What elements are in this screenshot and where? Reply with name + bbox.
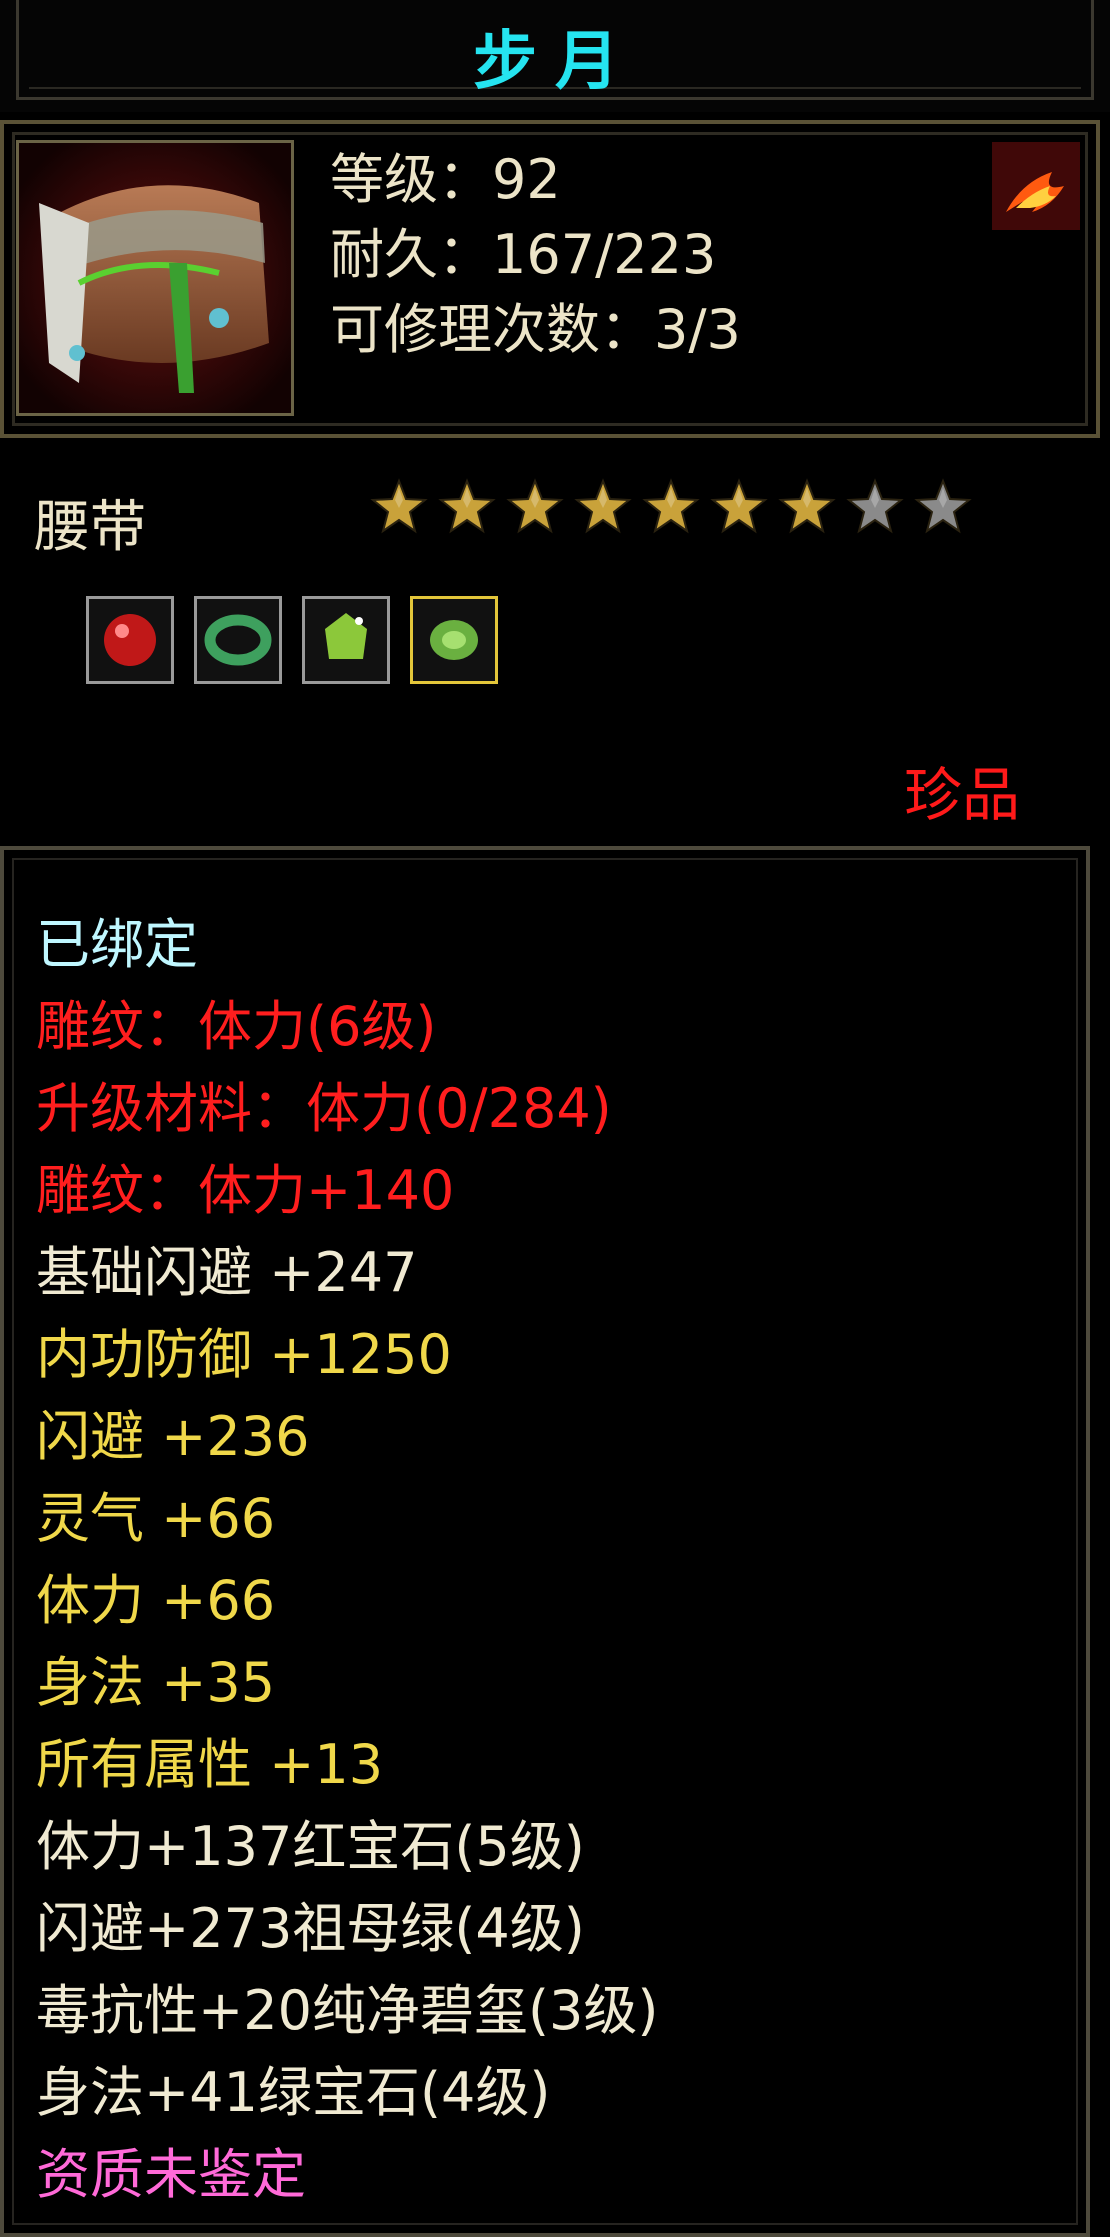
title-bar: 步月 [0,0,1110,112]
attribute-line: 升级材料：体力(0/284) [36,1077,612,1140]
star-rating [370,478,972,536]
green-gem-icon[interactable] [302,596,390,684]
attribute-line: 内功防御 +1250 [36,1323,452,1386]
attribute-line: 灵气 +66 [36,1487,276,1550]
star-filled-icon [438,478,496,536]
repair-count-stat: 可修理次数：3/3 [330,298,741,361]
star-filled-icon [710,478,768,536]
attribute-line: 闪避 +236 [36,1405,310,1468]
red-gem-icon[interactable] [86,596,174,684]
attribute-line: 体力+137红宝石(5级) [36,1815,585,1878]
durability-stat: 耐久：167/223 [330,223,717,286]
item-name: 步月 [473,25,637,99]
star-filled-icon [506,478,564,536]
star-filled-icon [642,478,700,536]
jade-ring-icon[interactable] [194,596,282,684]
star-empty-icon [846,478,904,536]
gem-sockets [86,596,498,684]
attribute-line: 毒抗性+20纯净碧玺(3级) [36,1979,659,2042]
star-filled-icon [778,478,836,536]
attribute-line: 体力 +66 [36,1569,276,1632]
star-filled-icon [574,478,632,536]
attribute-line: 雕纹：体力(6级) [36,995,437,1058]
star-filled-icon [370,478,428,536]
green-jade-icon[interactable] [410,596,498,684]
belt-icon [16,140,294,416]
attribute-line: 所有属性 +13 [36,1733,384,1796]
attribute-line: 身法+41绿宝石(4级) [36,2061,551,2124]
attribute-line: 基础闪避 +247 [36,1241,418,1304]
rarity-label: 珍品 [903,761,1020,829]
attribute-line: 身法 +35 [36,1651,276,1714]
equipment-slot: 腰带 [34,495,146,560]
attribute-line: 闪避+273祖母绿(4级) [36,1897,585,1960]
star-empty-icon [914,478,972,536]
attribute-line: 雕纹：体力+140 [36,1159,455,1222]
attribute-line: 资质未鉴定 [36,2143,306,2206]
flame-icon [992,142,1080,230]
level-stat: 等级：92 [330,148,561,211]
attribute-line: 已绑定 [36,913,198,976]
